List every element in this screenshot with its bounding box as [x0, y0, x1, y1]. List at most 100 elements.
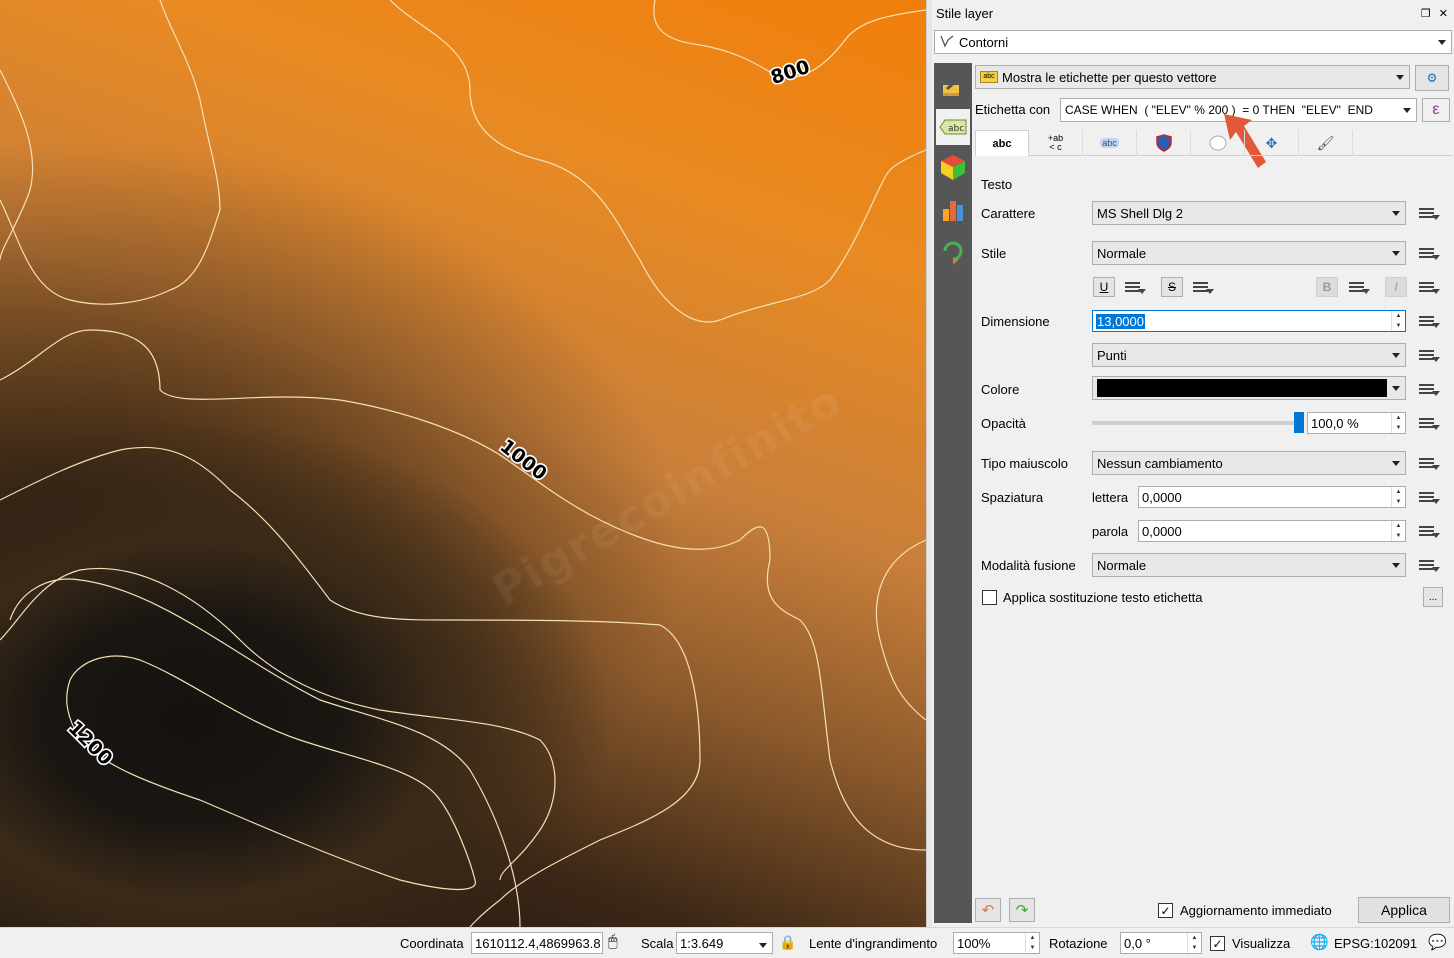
italic-button[interactable]: I — [1385, 277, 1407, 297]
case-select[interactable]: Nessun cambiamento — [1092, 451, 1406, 475]
mouse-icon[interactable]: 🖱 — [608, 933, 618, 951]
history-icon — [943, 241, 963, 265]
tab-text[interactable]: abc — [975, 130, 1029, 156]
data-defined-opacity-icon[interactable] — [1416, 412, 1442, 434]
3d-view-tab[interactable] — [936, 149, 970, 185]
substitute-checkbox[interactable] — [982, 590, 997, 605]
buffer-icon: abc — [1100, 138, 1119, 148]
data-defined-strikeout-icon[interactable] — [1190, 276, 1216, 298]
shadow-icon — [1209, 135, 1226, 151]
tab-rendering[interactable]: 🖌 — [1299, 130, 1353, 156]
contour-lines: 800 1000 1200 — [0, 0, 926, 927]
status-bar: Coordinata 1610112.4,4869963.8 🖱 Scala 1… — [0, 927, 1454, 958]
style-select[interactable]: Normale — [1092, 241, 1406, 265]
font-select[interactable]: MS Shell Dlg 2 — [1092, 201, 1406, 225]
bold-button[interactable]: B — [1316, 277, 1338, 297]
substitute-label: Applica sostituzione testo etichetta — [1003, 590, 1203, 605]
size-label: Dimensione — [981, 314, 1050, 329]
layer-select[interactable]: Contorni — [934, 30, 1452, 54]
style-label: Stile — [981, 246, 1007, 261]
color-button[interactable] — [1092, 376, 1406, 400]
tab-buffer[interactable]: abc — [1083, 130, 1137, 156]
paintbrush-icon — [943, 73, 964, 96]
crs-label[interactable]: EPSG:102091 — [1334, 936, 1417, 951]
layer-style-panel: Stile layer ❐ ✕ Contorni abc abc Mostra … — [932, 0, 1454, 927]
label-expression-value: CASE WHEN ( "ELEV" % 200 ) = 0 THEN "ELE… — [1065, 103, 1373, 117]
label-mode-select[interactable]: abc Mostra le etichette per questo vetto… — [975, 65, 1410, 89]
data-defined-letter-spacing-icon[interactable] — [1416, 486, 1442, 508]
render-label: Visualizza — [1232, 936, 1291, 951]
style-select-value: Normale — [1097, 245, 1147, 261]
data-defined-bold-icon[interactable] — [1346, 276, 1372, 298]
opacity-label: Opacità — [981, 416, 1026, 431]
font-label: Carattere — [981, 206, 1036, 221]
word-spacing-spinbox[interactable]: 0,0000 ▲ ▼ — [1138, 520, 1406, 542]
data-defined-word-spacing-icon[interactable] — [1416, 520, 1442, 542]
messages-icon[interactable]: 💬 — [1428, 933, 1447, 951]
blend-select[interactable]: Normale — [1092, 553, 1406, 577]
letter-spacing-spinbox[interactable]: 0,0000 ▲ ▼ — [1138, 486, 1406, 508]
redo-button[interactable]: ↷ — [1009, 898, 1035, 922]
case-label: Tipo maiuscolo — [981, 456, 1068, 471]
opacity-slider-handle[interactable] — [1294, 412, 1304, 433]
data-defined-case-icon[interactable] — [1416, 452, 1442, 474]
data-defined-blend-icon[interactable] — [1416, 554, 1442, 576]
svg-text:abc: abc — [948, 124, 964, 134]
line-layer-icon — [939, 34, 955, 51]
magnifier-spinbox[interactable]: 100% ▲ ▼ — [953, 932, 1040, 954]
contour-line-upper — [389, 0, 926, 323]
live-update-checkbox[interactable]: ✓ — [1158, 903, 1173, 918]
label-with-label: Etichetta con — [975, 102, 1051, 117]
float-icon[interactable]: ❐ — [1421, 7, 1431, 20]
panel-title: Stile layer — [936, 5, 994, 21]
substitute-more-button[interactable]: ... — [1423, 587, 1443, 607]
tab-formatting[interactable]: +ab < c — [1029, 130, 1083, 156]
data-defined-underline-icon[interactable] — [1122, 276, 1148, 298]
apply-button[interactable]: Applica — [1358, 897, 1450, 923]
scale-select[interactable]: 1:3.649 — [676, 932, 773, 954]
undo-button[interactable]: ↶ — [975, 898, 1001, 922]
history-tab[interactable] — [936, 233, 970, 269]
diagrams-tab[interactable] — [936, 191, 970, 227]
map-canvas[interactable]: 800 1000 1200 Pigrecoinfinito — [0, 0, 926, 927]
opacity-slider[interactable] — [1092, 412, 1304, 433]
rotation-spinbox[interactable]: 0,0 ° ▲ ▼ — [1120, 932, 1202, 954]
data-defined-style-icon[interactable] — [1416, 242, 1442, 264]
epsilon-icon: ε — [1432, 101, 1440, 118]
strikeout-button[interactable]: S — [1161, 277, 1183, 297]
contour-label-800: 800 — [768, 56, 813, 89]
contour-line-1200 — [66, 655, 476, 890]
data-defined-italic-icon[interactable] — [1416, 276, 1442, 298]
style-sidebar: abc — [934, 63, 972, 923]
opacity-spinbox[interactable]: 100,0 % ▲ ▼ — [1307, 412, 1406, 434]
data-defined-unit-icon[interactable] — [1416, 344, 1442, 366]
size-value: 13,0000 — [1096, 313, 1145, 329]
panel-titlebar: Stile layer ❐ ✕ — [932, 0, 1454, 26]
tab-shadow[interactable] — [1191, 130, 1245, 156]
globe-icon[interactable]: 🌐 — [1310, 933, 1329, 951]
lock-icon[interactable]: 🔒 — [779, 934, 796, 951]
render-checkbox[interactable]: ✓ — [1210, 936, 1225, 951]
symbology-tab[interactable] — [936, 67, 970, 103]
rotation-label: Rotazione — [1049, 936, 1108, 951]
tab-background[interactable] — [1137, 130, 1191, 156]
data-defined-color-icon[interactable] — [1416, 378, 1442, 400]
labels-icon: abc — [939, 119, 967, 135]
magnifier-label: Lente d'ingrandimento — [809, 936, 938, 951]
size-unit-select[interactable]: Punti — [1092, 343, 1406, 367]
formatting-icon: +ab < c — [1047, 133, 1064, 152]
rules-button[interactable]: ⚙ — [1415, 65, 1449, 91]
data-defined-size-icon[interactable] — [1416, 310, 1442, 332]
labels-tab[interactable]: abc — [936, 109, 970, 145]
redo-icon: ↷ — [1015, 902, 1029, 919]
contour-line-mid — [0, 0, 221, 305]
size-spinbox[interactable]: 13,0000 ▲ ▼ — [1092, 310, 1406, 332]
contour-label-1200: 1200 — [64, 717, 117, 770]
expression-button[interactable]: ε — [1422, 98, 1450, 122]
close-icon[interactable]: ✕ — [1439, 7, 1448, 20]
tab-placement[interactable]: ✥ — [1245, 130, 1299, 156]
underline-button[interactable]: U — [1093, 277, 1115, 297]
letter-spacing-value: 0,0000 — [1142, 489, 1182, 505]
coordinate-field[interactable]: 1610112.4,4869963.8 — [471, 932, 603, 954]
data-defined-font-icon[interactable] — [1416, 202, 1442, 224]
